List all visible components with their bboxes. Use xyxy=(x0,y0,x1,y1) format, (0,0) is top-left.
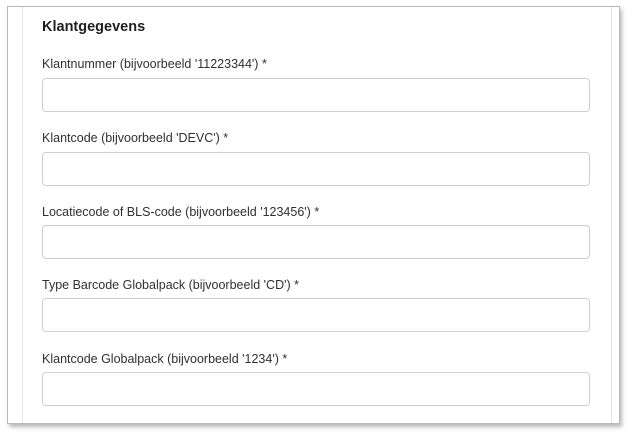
globalpack-customer-code-input[interactable] xyxy=(42,372,590,406)
customer-code-input[interactable] xyxy=(42,152,590,186)
globalpack-barcode-type-label: Type Barcode Globalpack (bijvoorbeeld 'C… xyxy=(42,278,299,292)
globalpack-barcode-type-input[interactable] xyxy=(42,298,590,332)
section-title: Klantgegevens xyxy=(42,19,146,35)
location-code-input[interactable] xyxy=(42,225,590,259)
customer-code-label: Klantcode (bijvoorbeeld 'DEVC') * xyxy=(42,131,229,145)
globalpack-customer-code-label: Klantcode Globalpack (bijvoorbeeld '1234… xyxy=(42,352,288,366)
customer-number-input[interactable] xyxy=(42,78,590,112)
screenshot-frame: Klantgegevens Klantnummer (bijvoorbeeld … xyxy=(7,6,620,424)
customer-details-panel: Klantgegevens Klantnummer (bijvoorbeeld … xyxy=(22,7,612,423)
location-code-label: Locatiecode of BLS-code (bijvoorbeeld '1… xyxy=(42,205,320,219)
customer-number-label: Klantnummer (bijvoorbeeld '11223344') * xyxy=(42,57,267,71)
